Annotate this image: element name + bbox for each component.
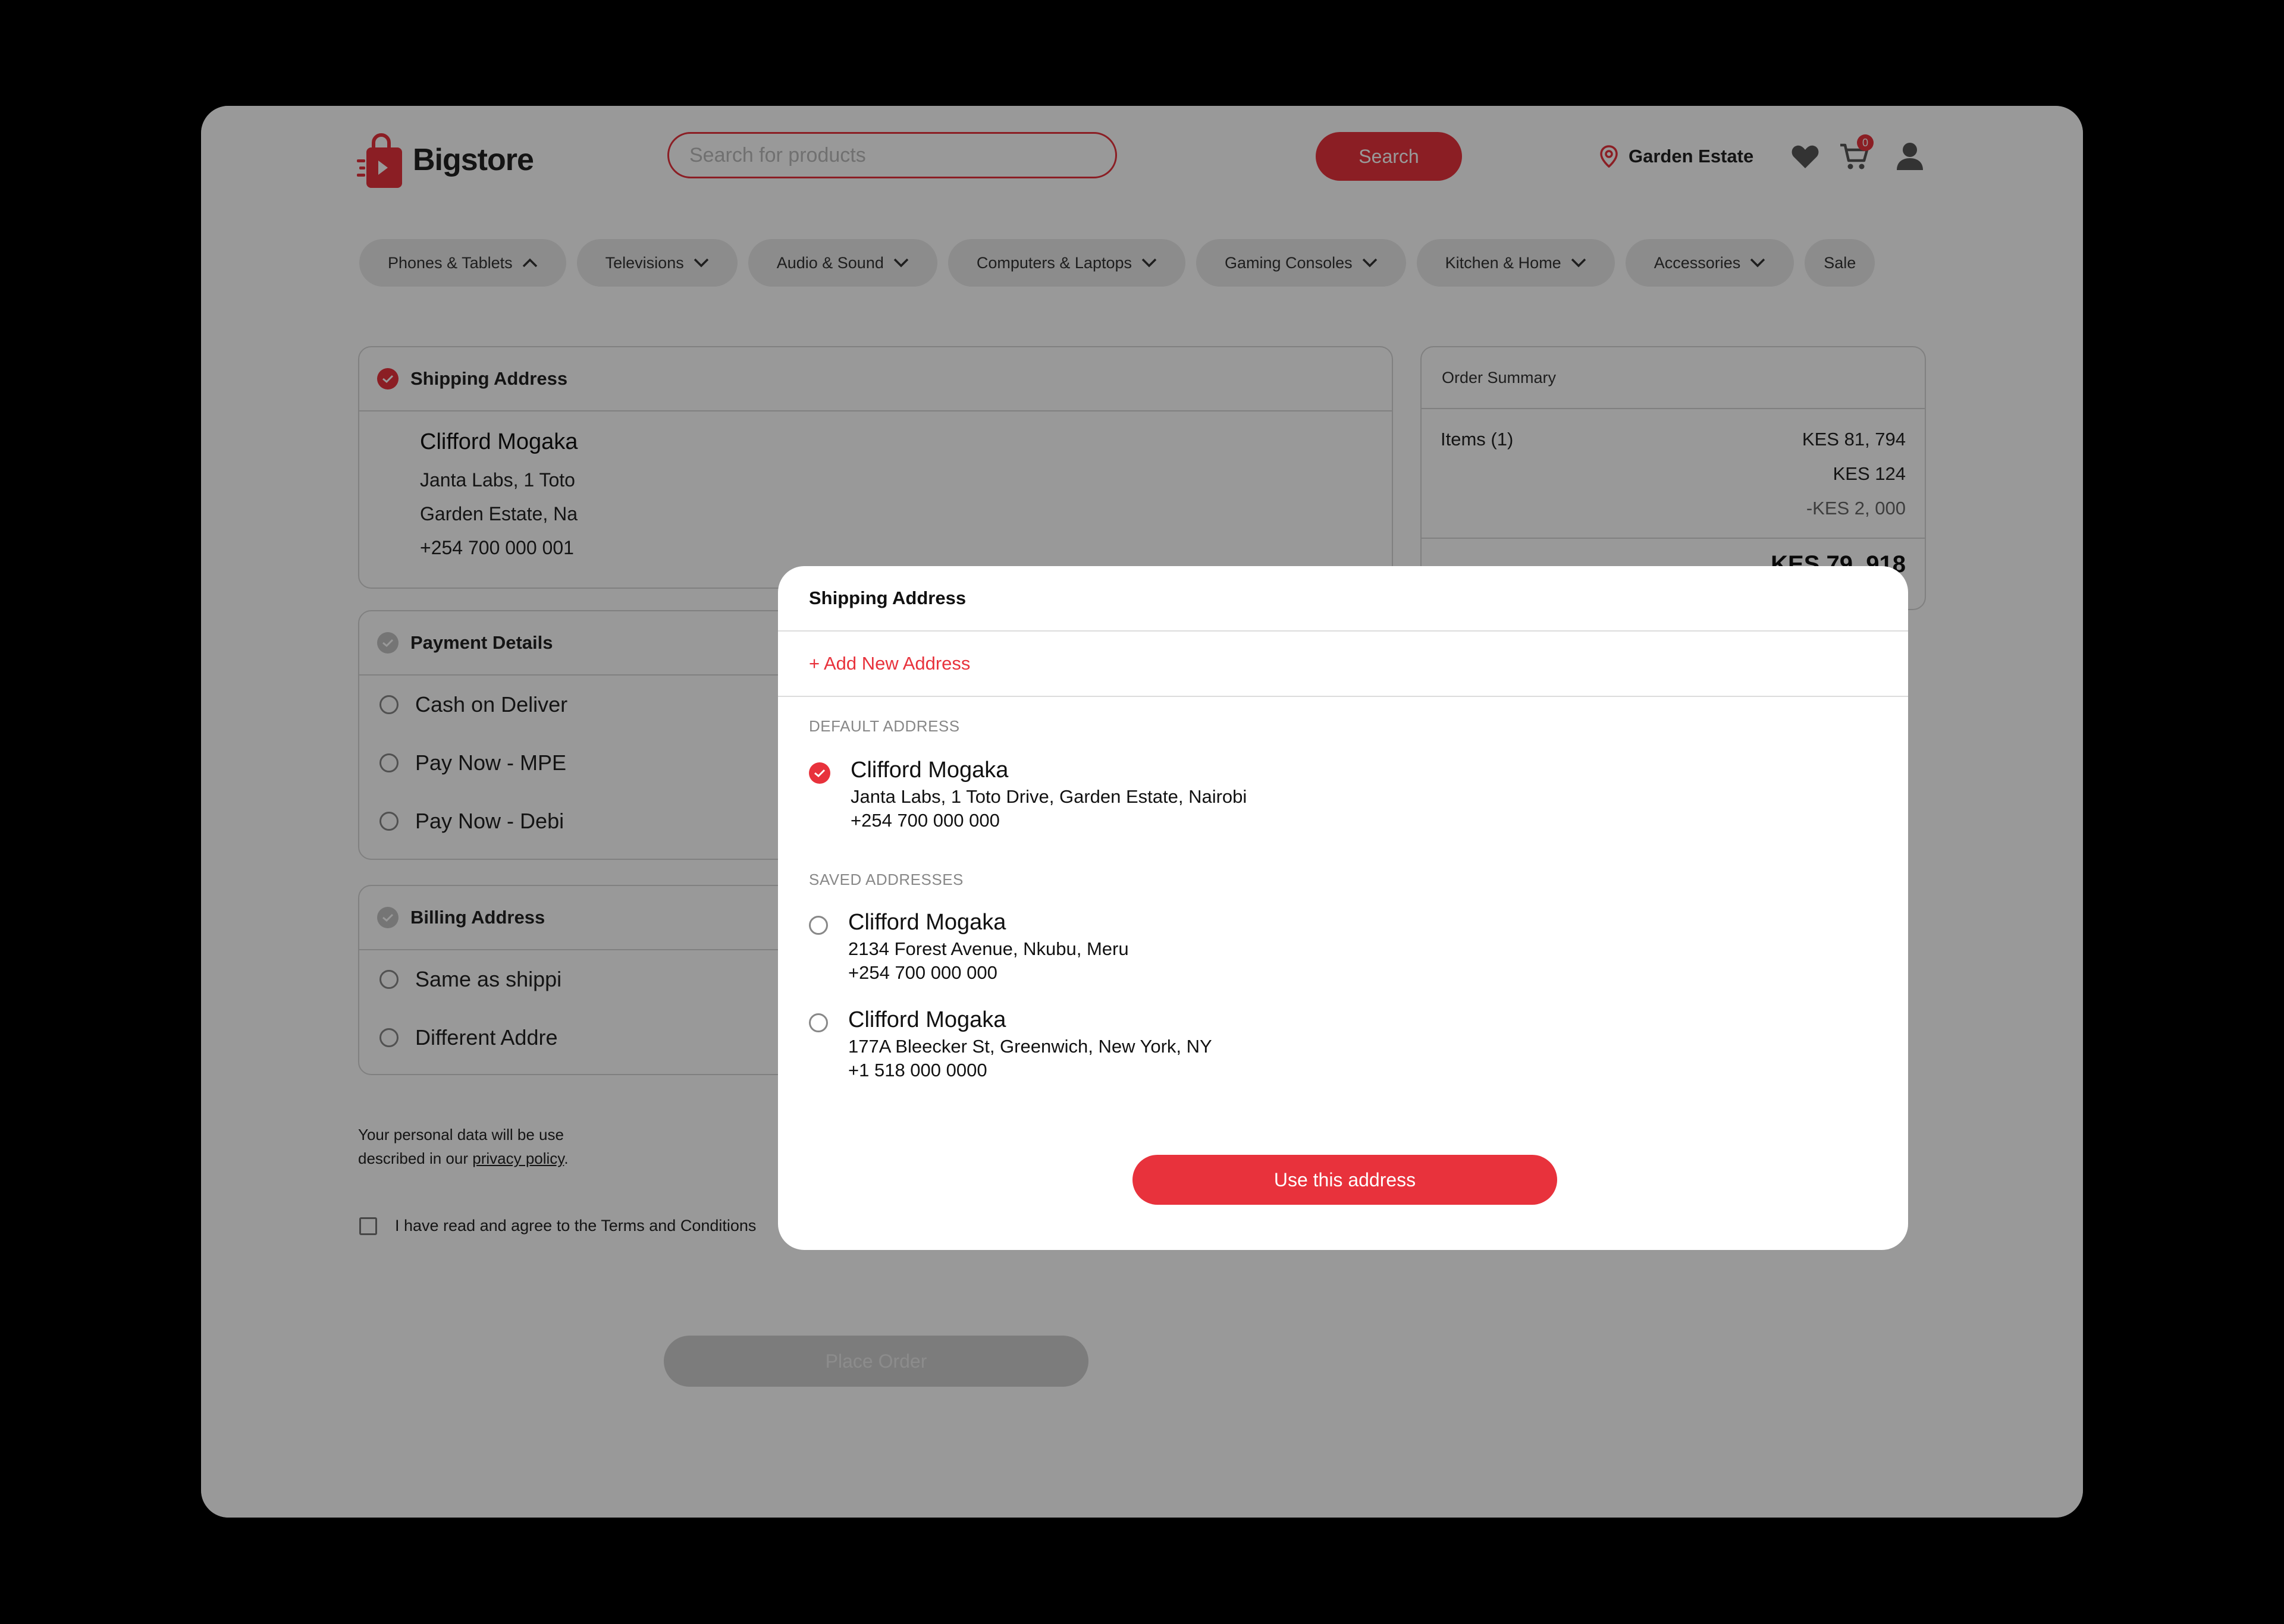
address-phone: +1 518 000 0000	[848, 1060, 987, 1080]
shipping-address-modal: Shipping Address + Add New Address DEFAU…	[778, 566, 1908, 1250]
default-address-heading: DEFAULT ADDRESS	[809, 717, 960, 735]
add-new-address-link[interactable]: + Add New Address	[778, 632, 1908, 697]
address-line: 177A Bleecker St, Greenwich, New York, N…	[848, 1036, 1212, 1057]
address-line: 2134 Forest Avenue, Nkubu, Meru	[848, 938, 1129, 959]
default-address-option[interactable]: Clifford Mogaka Janta Labs, 1 Toto Drive…	[809, 755, 1247, 833]
modal-title: Shipping Address	[778, 566, 1908, 632]
saved-addresses-heading: SAVED ADDRESSES	[809, 871, 964, 888]
radio-button[interactable]	[809, 1013, 828, 1032]
saved-address-option[interactable]: Clifford Mogaka 2134 Forest Avenue, Nkub…	[809, 907, 1129, 985]
address-line: Janta Labs, 1 Toto Drive, Garden Estate,…	[851, 786, 1247, 807]
address-name: Clifford Mogaka	[851, 758, 1009, 783]
browser-window: Bigstore Search Garden Estate 0 Phones &…	[201, 106, 2083, 1518]
saved-address-option[interactable]: Clifford Mogaka 177A Bleecker St, Greenw…	[809, 1005, 1212, 1082]
address-name: Clifford Mogaka	[848, 1007, 1006, 1032]
use-this-address-button[interactable]: Use this address	[1132, 1155, 1557, 1205]
radio-button[interactable]	[809, 916, 828, 935]
address-phone: +254 700 000 000	[848, 962, 997, 983]
selected-check-icon[interactable]	[809, 762, 830, 784]
address-name: Clifford Mogaka	[848, 910, 1006, 935]
address-phone: +254 700 000 000	[851, 810, 1000, 831]
